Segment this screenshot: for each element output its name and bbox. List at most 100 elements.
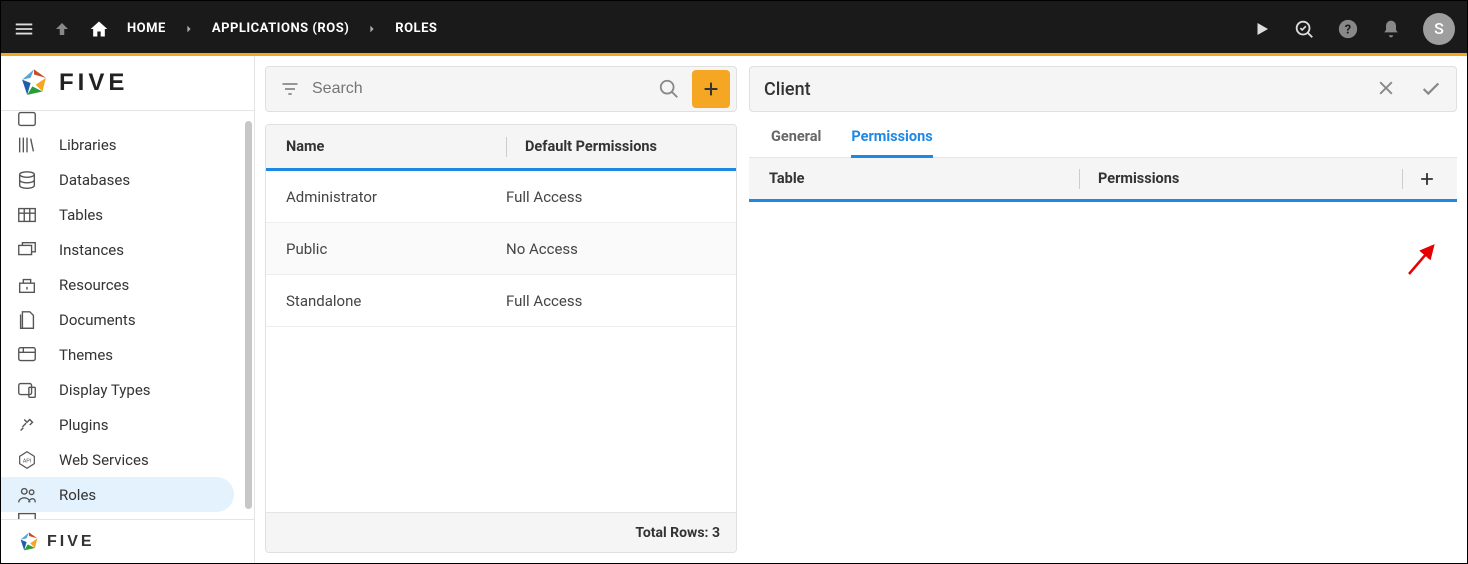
add-permission-button[interactable] (1417, 169, 1437, 189)
table-body: Administrator Full Access Public No Acce… (266, 171, 736, 327)
partial-icon (15, 512, 39, 519)
help-icon[interactable]: ? (1337, 18, 1359, 40)
breadcrumb-roles[interactable]: ROLES (395, 21, 437, 36)
search-icon[interactable] (658, 78, 680, 100)
topbar-right: ? S (1253, 13, 1455, 45)
cell-perm: Full Access (506, 188, 716, 206)
sidebar-menu: Libraries Databases Tables Instances Res… (1, 111, 254, 519)
search-bar (265, 66, 737, 112)
cell-perm: No Access (506, 240, 716, 258)
chevron-right-icon (367, 24, 377, 34)
sidebar-item-label: Roles (59, 486, 96, 504)
column-separator (506, 137, 507, 157)
sidebar-item-databases[interactable]: Databases (1, 162, 254, 197)
themes-icon (15, 343, 39, 367)
sidebar-item-partial-bottom[interactable] (1, 512, 254, 519)
roles-table: Name Default Permissions Administrator F… (265, 124, 737, 553)
column-table[interactable]: Table (769, 170, 1079, 187)
table-header: Name Default Permissions (266, 125, 736, 171)
footer-label: Total Rows: (635, 525, 708, 541)
cell-name: Standalone (286, 292, 506, 310)
sidebar-item-display-types[interactable]: Display Types (1, 372, 254, 407)
documents-icon (15, 308, 39, 332)
sidebar-item-partial-top[interactable] (1, 111, 254, 127)
sidebar-item-label: Plugins (59, 416, 108, 434)
detail-header-actions (1376, 78, 1442, 100)
zoom-icon[interactable] (1293, 18, 1315, 40)
filter-icon[interactable] (280, 79, 300, 99)
resources-icon (15, 273, 39, 297)
home-icon[interactable] (89, 19, 109, 39)
tab-general[interactable]: General (771, 116, 821, 157)
roles-icon (15, 483, 39, 507)
sidebar-footer[interactable]: FIVE (1, 519, 254, 563)
detail-panel: Client General Permissions Table Permiss… (743, 56, 1467, 563)
avatar-letter: S (1434, 19, 1444, 38)
tab-permissions[interactable]: Permissions (851, 116, 932, 157)
column-permissions[interactable]: Permissions (1098, 170, 1388, 187)
sidebar-item-tables[interactable]: Tables (1, 197, 254, 232)
play-icon[interactable] (1253, 20, 1271, 38)
brand-name: FIVE (59, 69, 128, 97)
sidebar-item-plugins[interactable]: Plugins (1, 407, 254, 442)
table-icon (15, 203, 39, 227)
sidebar-item-resources[interactable]: Resources (1, 267, 254, 302)
column-separator (1079, 169, 1080, 189)
bell-icon[interactable] (1381, 19, 1401, 39)
column-separator (1402, 169, 1403, 189)
breadcrumb-applications[interactable]: APPLICATIONS (ROS) (212, 21, 349, 36)
main: FIVE Libraries Databases Tables Instance… (1, 56, 1467, 563)
sidebar-item-web-services[interactable]: API Web Services (1, 442, 254, 477)
sidebar-item-label: Libraries (59, 136, 117, 154)
api-icon: API (15, 448, 39, 472)
table-row[interactable]: Public No Access (266, 223, 736, 275)
brand-logo[interactable]: FIVE (1, 56, 254, 111)
cell-name: Administrator (286, 188, 506, 206)
sidebar-item-documents[interactable]: Documents (1, 302, 254, 337)
sidebar-item-label: Themes (59, 346, 113, 364)
database-icon (15, 168, 39, 192)
detail-title: Client (764, 79, 811, 100)
annotation-arrow (1403, 238, 1443, 278)
sidebar-item-label: Documents (59, 311, 136, 329)
cell-name: Public (286, 240, 506, 258)
sidebar-item-label: Web Services (59, 451, 149, 469)
sidebar-item-libraries[interactable]: Libraries (1, 127, 254, 162)
brand-name-footer: FIVE (47, 533, 95, 551)
sidebar-item-themes[interactable]: Themes (1, 337, 254, 372)
breadcrumb-home[interactable]: HOME (127, 21, 166, 36)
cell-perm: Full Access (506, 292, 716, 310)
sidebar-item-label: Display Types (59, 381, 151, 399)
sidebar-item-instances[interactable]: Instances (1, 232, 254, 267)
sidebar-item-label: Databases (59, 171, 130, 189)
column-default-permissions[interactable]: Default Permissions (525, 138, 716, 155)
chevron-right-icon (184, 24, 194, 34)
check-icon[interactable] (1420, 78, 1442, 100)
add-button[interactable] (692, 70, 730, 108)
footer-count: 3 (712, 525, 720, 541)
sidebar-item-label: Instances (59, 241, 124, 259)
table-row[interactable]: Standalone Full Access (266, 275, 736, 327)
instances-icon (15, 238, 39, 262)
books-icon (15, 133, 39, 157)
display-icon (15, 378, 39, 402)
close-icon[interactable] (1376, 78, 1396, 100)
tabs: General Permissions (749, 116, 1457, 158)
topbar-left: HOME APPLICATIONS (ROS) ROLES (13, 18, 437, 40)
column-name[interactable]: Name (286, 138, 506, 155)
svg-text:API: API (23, 458, 32, 464)
plugin-icon (15, 413, 39, 437)
breadcrumb: HOME APPLICATIONS (ROS) ROLES (89, 19, 437, 39)
table-row[interactable]: Administrator Full Access (266, 171, 736, 223)
up-arrow-icon[interactable] (53, 20, 71, 38)
table-footer: Total Rows: 3 (266, 512, 736, 552)
svg-text:?: ? (1345, 22, 1351, 37)
sidebar-item-label: Resources (59, 276, 129, 294)
sidebar-item-roles[interactable]: Roles (1, 477, 234, 512)
avatar[interactable]: S (1423, 13, 1455, 45)
topbar: HOME APPLICATIONS (ROS) ROLES ? S (1, 1, 1467, 56)
permissions-table-header: Table Permissions (749, 158, 1457, 202)
detail-header: Client (749, 66, 1457, 112)
hamburger-icon[interactable] (13, 18, 35, 40)
search-input[interactable] (312, 80, 646, 98)
